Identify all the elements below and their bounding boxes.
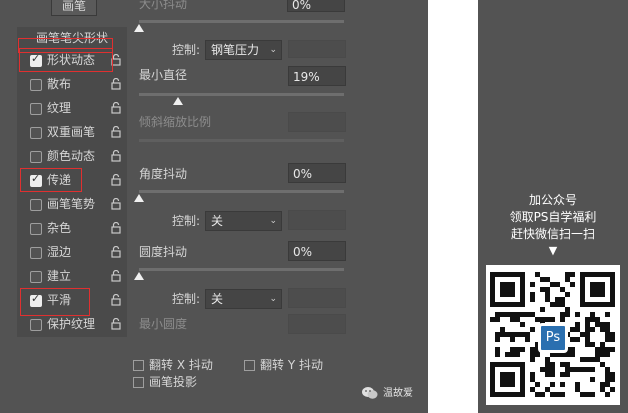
flip-y-label: 翻转 Y 抖动 bbox=[260, 358, 323, 372]
option-checkbox[interactable] bbox=[30, 319, 42, 331]
option-checkbox[interactable] bbox=[30, 127, 42, 139]
promo-line-2: 领取PS自学福利 bbox=[509, 210, 597, 224]
lock-icon[interactable] bbox=[111, 198, 121, 210]
tilt-scale-field bbox=[288, 112, 346, 132]
option-checkbox[interactable] bbox=[30, 223, 42, 235]
option-label[interactable]: 建立 bbox=[47, 268, 71, 284]
flip-x-label: 翻转 X 抖动 bbox=[149, 358, 213, 372]
roundness-jitter-label: 圆度抖动 bbox=[139, 245, 188, 259]
flip-x-checkbox[interactable] bbox=[133, 360, 144, 371]
roundness-jitter-field[interactable]: 0% bbox=[288, 241, 346, 261]
control-select-1[interactable]: 钢笔压力 ⌄ bbox=[205, 40, 282, 60]
flip-y-checkbox[interactable] bbox=[244, 360, 255, 371]
highlight-box bbox=[20, 168, 82, 192]
control-label-1: 控制: bbox=[172, 43, 201, 57]
size-jitter-track[interactable] bbox=[139, 20, 344, 23]
size-jitter-field[interactable]: 0% bbox=[287, 0, 345, 12]
wechat-icon bbox=[362, 387, 378, 399]
control-field-1 bbox=[288, 40, 346, 58]
brush-button[interactable]: 画笔 bbox=[51, 0, 97, 16]
size-jitter-knob[interactable] bbox=[134, 24, 144, 32]
option-label[interactable]: 杂色 bbox=[47, 220, 71, 236]
control-select-2-value: 关 bbox=[211, 214, 224, 228]
tilt-scale-track bbox=[139, 139, 344, 142]
angle-jitter-track[interactable] bbox=[139, 190, 344, 193]
angle-jitter-knob[interactable] bbox=[134, 194, 144, 202]
option-checkbox[interactable] bbox=[30, 103, 42, 115]
control-select-2[interactable]: 关 ⌄ bbox=[205, 211, 282, 231]
highlight-box bbox=[20, 288, 90, 316]
lock-icon[interactable] bbox=[111, 150, 121, 162]
control-label-2: 控制: bbox=[172, 214, 201, 228]
min-roundness-label: 最小圆度 bbox=[139, 317, 188, 331]
watermark-text: 温故爱 bbox=[383, 388, 413, 399]
min-diameter-field[interactable]: 19% bbox=[288, 66, 346, 86]
min-roundness-field bbox=[288, 314, 346, 334]
option-label[interactable]: 湿边 bbox=[47, 244, 71, 260]
brush-projection-label: 画笔投影 bbox=[149, 375, 198, 389]
promo-line-1: 加公众号 bbox=[528, 193, 577, 207]
brush-projection-checkbox[interactable] bbox=[133, 377, 144, 388]
control-select-3[interactable]: 关 ⌄ bbox=[205, 289, 282, 309]
angle-jitter-field[interactable]: 0% bbox=[288, 163, 346, 183]
qr-code: Ps bbox=[486, 265, 620, 405]
control-label-3: 控制: bbox=[172, 292, 201, 306]
ps-logo: Ps bbox=[538, 323, 568, 353]
control-select-3-value: 关 bbox=[211, 292, 224, 306]
lock-icon[interactable] bbox=[111, 102, 121, 114]
roundness-jitter-track[interactable] bbox=[139, 268, 344, 271]
lock-icon[interactable] bbox=[111, 270, 121, 282]
control-select-1-value: 钢笔压力 bbox=[211, 43, 260, 57]
angle-jitter-label: 角度抖动 bbox=[139, 167, 188, 181]
option-label[interactable]: 颜色动态 bbox=[47, 148, 95, 164]
option-checkbox[interactable] bbox=[30, 247, 42, 259]
chevron-down-icon: ⌄ bbox=[269, 45, 277, 55]
option-label[interactable]: 画笔笔势 bbox=[47, 196, 95, 212]
option-checkbox[interactable] bbox=[30, 79, 42, 91]
lock-icon[interactable] bbox=[111, 246, 121, 258]
option-checkbox[interactable] bbox=[30, 199, 42, 211]
highlight-box bbox=[19, 48, 113, 72]
option-checkbox[interactable] bbox=[30, 271, 42, 283]
min-diameter-track[interactable] bbox=[139, 93, 344, 96]
min-diameter-label: 最小直径 bbox=[139, 68, 188, 82]
option-checkbox[interactable] bbox=[30, 151, 42, 163]
brush-button-label: 画笔 bbox=[61, 0, 86, 13]
size-jitter-label: 大小抖动 bbox=[139, 0, 188, 11]
roundness-jitter-knob[interactable] bbox=[134, 272, 144, 280]
chevron-down-icon: ⌄ bbox=[269, 294, 277, 304]
lock-icon[interactable] bbox=[111, 318, 121, 330]
lock-icon[interactable] bbox=[111, 126, 121, 138]
lock-icon[interactable] bbox=[111, 174, 121, 186]
control-field-2 bbox=[288, 210, 346, 230]
lock-icon[interactable] bbox=[111, 294, 121, 306]
promo-line-3: 赶快微信扫一扫 bbox=[510, 227, 595, 241]
chevron-down-icon: ⌄ bbox=[269, 216, 277, 226]
option-label[interactable]: 双重画笔 bbox=[47, 124, 95, 140]
down-arrow-icon: ▼ bbox=[548, 244, 558, 257]
option-label[interactable]: 纹理 bbox=[47, 100, 71, 116]
tilt-scale-label: 倾斜缩放比例 bbox=[139, 115, 212, 129]
lock-icon[interactable] bbox=[111, 222, 121, 234]
option-label[interactable]: 保护纹理 bbox=[47, 316, 95, 332]
min-diameter-knob[interactable] bbox=[172, 97, 183, 105]
control-field-3 bbox=[288, 288, 346, 308]
lock-icon[interactable] bbox=[111, 78, 121, 90]
option-label[interactable]: 散布 bbox=[47, 76, 71, 92]
